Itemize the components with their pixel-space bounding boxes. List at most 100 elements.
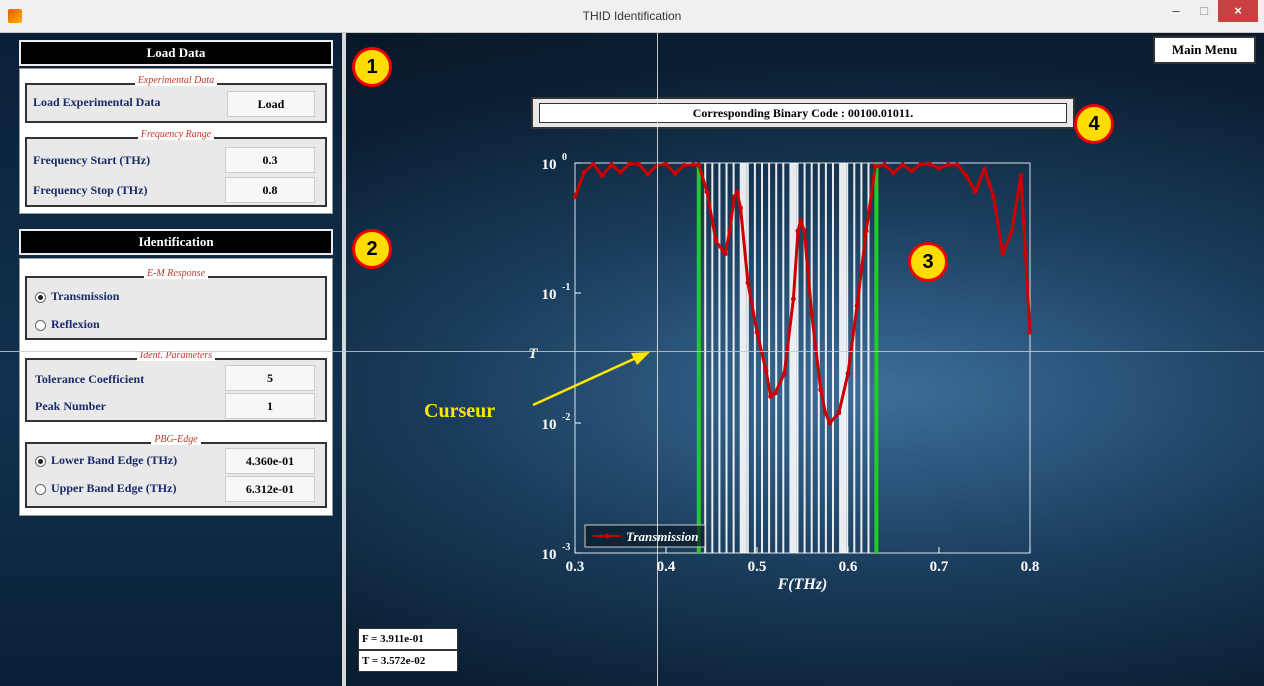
transmission-point — [900, 162, 905, 168]
transmission-point — [734, 189, 740, 195]
transmission-point — [772, 390, 778, 396]
transmission-point — [627, 161, 632, 166]
transmission-point — [781, 371, 787, 376]
readout-f: F = 3.911e-01 — [358, 628, 458, 650]
readout-t: T = 3.572e-02 — [358, 650, 458, 672]
transmission-point — [909, 168, 915, 174]
x-tick-label: 0.6 — [839, 559, 858, 575]
transmission-point — [798, 218, 804, 224]
band-stripe — [846, 163, 849, 553]
transmission-point — [696, 162, 702, 168]
band-stripe — [782, 163, 785, 553]
transmission-point — [690, 162, 696, 168]
x-tick-label: 0.7 — [930, 559, 949, 575]
curseur-label: Curseur — [424, 400, 496, 422]
y-tick-exponent: 0 — [562, 152, 567, 163]
band-stripe — [718, 163, 721, 553]
y-tick-exponent: -1 — [562, 282, 570, 293]
transmission-point — [722, 251, 728, 257]
transmission-point — [818, 387, 824, 393]
band-stripe — [803, 163, 806, 553]
y-tick-label: 10 — [542, 547, 557, 563]
cursor-vertical-line — [657, 33, 658, 686]
transmission-point — [936, 165, 942, 171]
transmission-point — [1000, 251, 1006, 257]
y-tick-label: 10 — [542, 157, 557, 173]
legend-label: Transmission — [626, 529, 699, 544]
upper-band-edge-line — [874, 163, 879, 553]
transmission-point — [1018, 173, 1024, 178]
transmission-point — [809, 310, 814, 316]
transmission-point — [822, 410, 828, 416]
transmission-point — [827, 420, 833, 426]
transmission-point — [727, 228, 733, 234]
band-stripe — [789, 163, 797, 553]
transmission-point — [663, 161, 669, 167]
band-stripe — [732, 163, 735, 553]
transmission-point — [672, 171, 678, 176]
transmission-point — [572, 194, 578, 200]
transmission-point — [982, 166, 987, 172]
transmission-point — [1009, 228, 1015, 234]
y-tick-exponent: -2 — [562, 412, 570, 423]
x-tick-label: 0.5 — [748, 559, 767, 575]
band-stripe — [775, 163, 778, 553]
transmission-point — [738, 205, 744, 211]
transmission-point — [945, 162, 951, 168]
transmission-point — [599, 173, 605, 178]
band-stripe — [831, 163, 834, 553]
band-stripe — [746, 163, 749, 553]
transmission-point — [745, 280, 751, 286]
transmission-point — [681, 162, 687, 168]
transmission-point — [836, 410, 842, 416]
transmission-point — [636, 161, 642, 167]
transmission-chart[interactable]: 0.3 0.4 0.5 0.6 0.7 0.8 10 0 10 -1 10 -2 10 -3 F(THz) T… — [0, 0, 1264, 686]
legend-marker — [604, 533, 610, 539]
transmission-point — [1023, 251, 1028, 257]
transmission-point — [973, 189, 978, 195]
marker-2: 2 — [352, 229, 392, 269]
transmission-point — [845, 371, 851, 376]
transmission-point — [801, 228, 807, 234]
transmission-point — [963, 173, 969, 178]
transmission-point — [882, 162, 887, 168]
x-tick-label: 0.4 — [657, 559, 676, 575]
transmission-point — [991, 194, 996, 200]
transmission-point — [581, 169, 587, 175]
transmission-point — [713, 238, 719, 244]
transmission-point — [863, 228, 869, 234]
transmission-point — [986, 180, 992, 186]
band-stripe — [753, 163, 756, 553]
band-stripe — [725, 163, 728, 553]
transmission-point — [609, 162, 614, 168]
transmission-point — [1027, 329, 1033, 335]
marker-3: 3 — [908, 242, 948, 282]
transmission-point — [590, 161, 596, 167]
y-tick-label: 10 — [542, 417, 557, 433]
x-tick-label: 0.3 — [566, 559, 585, 575]
transmission-point — [918, 161, 924, 167]
x-axis-label: F(THz) — [777, 576, 828, 593]
transmission-point — [795, 228, 801, 234]
transmission-point — [731, 194, 737, 200]
band-stripe — [839, 163, 847, 553]
band-stripe — [796, 163, 799, 553]
transmission-point — [645, 171, 651, 177]
transmission-point — [872, 164, 878, 169]
transmission-point — [891, 170, 896, 176]
transmission-point — [854, 303, 860, 308]
band-stripe — [810, 163, 813, 553]
cursor-horizontal-line — [0, 351, 1264, 352]
band-stripe — [824, 163, 827, 553]
lower-band-edge-line — [696, 163, 701, 553]
y-axis-label: T — [528, 346, 538, 362]
marker-4: 4 — [1074, 104, 1114, 144]
band-stripe — [860, 163, 863, 553]
band-stripe — [853, 163, 856, 553]
transmission-point — [791, 296, 796, 302]
band-stripe — [768, 163, 771, 553]
transmission-point — [954, 162, 960, 168]
y-tick-exponent: -3 — [562, 542, 570, 553]
band-stripe — [704, 163, 707, 553]
transmission-point — [927, 161, 933, 167]
